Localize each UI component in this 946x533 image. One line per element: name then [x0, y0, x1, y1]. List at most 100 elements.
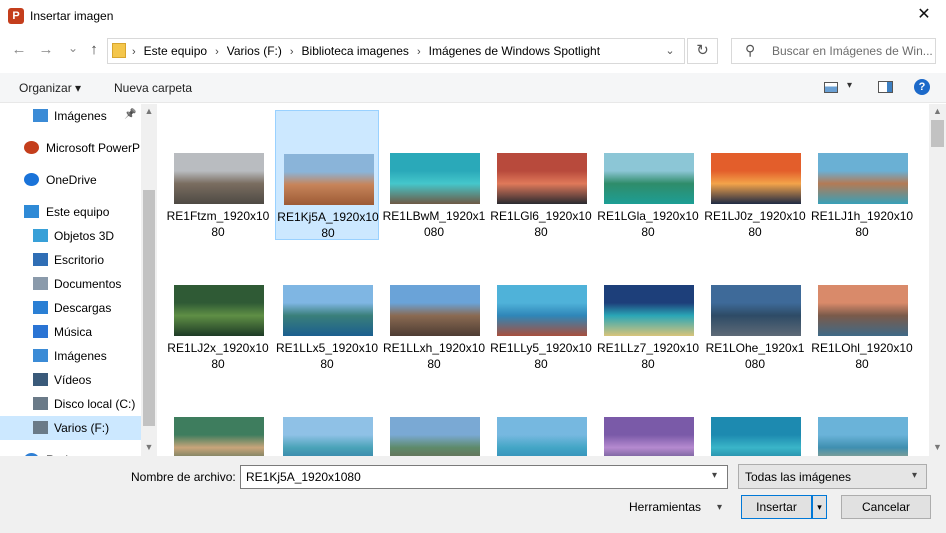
change-view-icon[interactable]	[824, 82, 838, 93]
file-tile[interactable]	[382, 374, 486, 456]
scroll-down-arrow-icon[interactable]: ▼	[141, 442, 157, 452]
breadcrumb-separator: ›	[289, 46, 294, 58]
back-arrow-icon[interactable]: ←	[9, 39, 29, 61]
videos-icon	[33, 373, 48, 386]
sidebar-item-label: Microsoft PowerP	[46, 141, 141, 155]
image-thumbnail	[284, 154, 374, 205]
sidebar-item[interactable]: Imágenes	[0, 344, 141, 368]
window-title: Insertar imagen	[30, 9, 114, 23]
recent-locations-chevron-icon[interactable]: ⌄	[63, 37, 83, 59]
file-list-view: RE1Ftzm_1920x1080 RE1Kj5A_1920x1080 RE1LBw…	[158, 104, 929, 456]
file-tile[interactable]: RE1LJ1h_1920x1080	[810, 110, 914, 240]
desktop-icon	[33, 253, 48, 266]
image-thumbnail	[711, 417, 801, 456]
file-tile[interactable]: RE1LOhl_1920x1080	[810, 242, 914, 372]
file-list-scrollbar-thumb[interactable]	[931, 120, 944, 147]
file-tile[interactable]	[166, 374, 270, 456]
up-folder-arrow-icon[interactable]: ↑	[84, 39, 104, 61]
file-tile[interactable]: RE1LJ0z_1920x1080	[703, 110, 807, 240]
sidebar-item[interactable]: Documentos	[0, 272, 141, 296]
file-tile[interactable]: RE1LGla_1920x1080	[596, 110, 700, 240]
cancel-button[interactable]: Cancelar	[841, 495, 931, 519]
search-placeholder: Buscar en Imágenes de Win...	[772, 44, 933, 58]
sidebar-item-label: Imágenes	[54, 109, 107, 123]
computer-icon	[24, 205, 39, 218]
file-name: RE1LGla_1920x1080	[597, 209, 699, 239]
scroll-up-arrow-icon[interactable]: ▲	[141, 106, 157, 116]
image-thumbnail	[604, 417, 694, 456]
image-thumbnail	[174, 417, 264, 456]
view-dropdown-chevron-icon[interactable]: ▾	[847, 80, 852, 91]
sidebar-item[interactable]: Descargas	[0, 296, 141, 320]
pictures-icon	[33, 349, 48, 362]
sidebar-item[interactable]: Microsoft PowerP	[0, 136, 141, 160]
image-thumbnail	[818, 285, 908, 336]
sidebar-item[interactable]: Disco local (C:)	[0, 392, 141, 416]
file-tile[interactable]: RE1LBwM_1920x1080	[382, 110, 486, 240]
file-name: RE1LJ2x_1920x1080	[167, 341, 269, 371]
file-name: RE1Ftzm_1920x1080	[166, 209, 270, 239]
close-button[interactable]: ✕	[902, 0, 946, 32]
help-icon[interactable]: ?	[914, 79, 930, 95]
sidebar-item[interactable]: Imágenes 📌	[0, 104, 141, 128]
file-tile[interactable]: RE1LLy5_1920x1080	[489, 242, 593, 372]
file-type-chevron-icon[interactable]: ▾	[912, 470, 917, 481]
breadcrumb-este-equipo[interactable]: Este equipo	[144, 44, 207, 58]
sidebar-item[interactable]: Vídeos	[0, 368, 141, 392]
file-name: RE1LJ0z_1920x1080	[704, 209, 806, 239]
file-tile[interactable]	[810, 374, 914, 456]
sidebar-item[interactable]: Escritorio	[0, 248, 141, 272]
file-tile[interactable]	[596, 374, 700, 456]
breadcrumb-biblioteca[interactable]: Biblioteca imagenes	[302, 44, 409, 58]
file-name: RE1LGl6_1920x1080	[490, 209, 592, 239]
sidebar-item[interactable]: Varios (F:)	[0, 416, 141, 440]
file-name: RE1LLxh_1920x1080	[382, 341, 486, 371]
scroll-up-arrow-icon[interactable]: ▲	[929, 106, 946, 116]
sidebar-item[interactable]: Este equipo	[0, 200, 141, 224]
drive-icon	[33, 421, 48, 434]
file-tile[interactable]: RE1Ftzm_1920x1080	[166, 110, 270, 240]
file-tile[interactable]	[489, 374, 593, 456]
file-tile[interactable]: RE1Kj5A_1920x1080	[275, 110, 379, 240]
sidebar-item-label: Música	[54, 325, 93, 339]
file-tile[interactable]	[275, 374, 379, 456]
powerpoint-app-icon: P	[8, 8, 24, 24]
tools-dropdown-chevron-icon[interactable]: ▾	[717, 502, 722, 513]
breadcrumb-spotlight[interactable]: Imágenes de Windows Spotlight	[429, 44, 600, 58]
file-tile[interactable]: RE1LLz7_1920x1080	[596, 242, 700, 372]
image-thumbnail	[604, 153, 694, 204]
pin-icon[interactable]: 📌	[124, 109, 136, 120]
file-tile[interactable]: RE1LLx5_1920x1080	[275, 242, 379, 372]
navigation-scrollbar-thumb[interactable]	[143, 190, 155, 426]
image-thumbnail	[818, 153, 908, 204]
insert-button[interactable]: Insertar	[741, 495, 812, 519]
filename-field[interactable]	[240, 465, 728, 489]
refresh-button[interactable]: ↻	[687, 38, 718, 64]
file-tile[interactable]: RE1LLxh_1920x1080	[382, 242, 486, 372]
sidebar-item[interactable]: Red	[0, 448, 141, 456]
file-tile[interactable]: RE1LOhe_1920x1080	[703, 242, 807, 372]
sidebar-item[interactable]: Música	[0, 320, 141, 344]
file-name: RE1Kj5A_1920x1080	[277, 210, 379, 240]
filename-dropdown-chevron-icon[interactable]: ▾	[712, 470, 717, 481]
downloads-icon	[33, 301, 48, 314]
new-folder-button[interactable]: Nueva carpeta	[114, 81, 192, 95]
organize-button[interactable]: Organizar ▾	[19, 81, 81, 95]
breadcrumb-varios[interactable]: Varios (F:)	[227, 44, 282, 58]
documents-icon	[33, 277, 48, 290]
sidebar-item-label: Objetos 3D	[54, 229, 115, 243]
preview-pane-icon[interactable]	[878, 81, 893, 93]
file-tile[interactable]: RE1LJ2x_1920x1080	[166, 242, 270, 372]
sidebar-item[interactable]: Objetos 3D	[0, 224, 141, 248]
tools-button[interactable]: Herramientas	[629, 500, 701, 514]
insert-dropdown-chevron-icon[interactable]: ▾	[812, 495, 827, 519]
scroll-down-arrow-icon[interactable]: ▼	[929, 442, 946, 452]
file-tile[interactable]: RE1LGl6_1920x1080	[489, 110, 593, 240]
file-list-scrollbar[interactable]	[929, 104, 946, 456]
image-thumbnail	[497, 153, 587, 204]
forward-arrow-icon[interactable]: →	[36, 39, 56, 61]
address-dropdown-chevron-icon[interactable]: ⌄	[662, 40, 678, 62]
image-thumbnail	[604, 285, 694, 336]
sidebar-item[interactable]: OneDrive	[0, 168, 141, 192]
file-tile[interactable]	[703, 374, 807, 456]
